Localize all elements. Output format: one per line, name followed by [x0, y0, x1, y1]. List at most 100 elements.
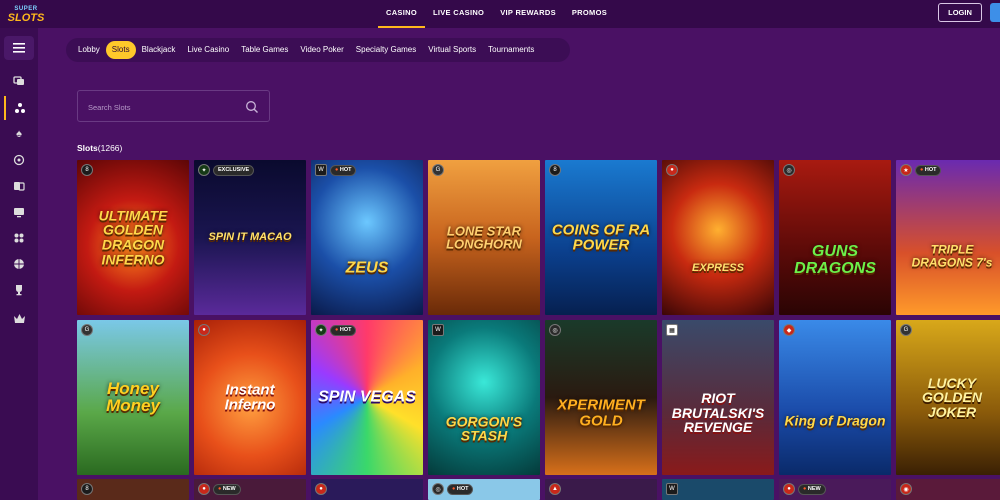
provider-icon: ✦	[315, 324, 327, 336]
game-tile[interactable]: ● EXPRESS	[662, 160, 774, 315]
cat-slots[interactable]: Slots	[105, 41, 136, 59]
search-icon[interactable]	[245, 100, 259, 114]
chat-icon[interactable]	[4, 69, 34, 93]
cards-icon[interactable]	[4, 174, 34, 198]
game-title: GORGON'S STASH	[445, 412, 523, 444]
top-bar: SUPER SLOTS CASINO LIVE CASINO VIP REWAR…	[0, 0, 1000, 28]
game-badge: ● NEW	[213, 483, 241, 495]
game-tile[interactable]: ● Instant Inferno	[194, 320, 306, 475]
game-tile[interactable]: 8 ULTIMATE GOLDEN DRAGON INFERNO	[77, 160, 189, 315]
game-tile[interactable]: ◆ King of Dragon	[779, 320, 891, 475]
provider-icon: ●	[315, 483, 327, 495]
provider-icon: ★	[900, 164, 912, 176]
provider-icon: G	[900, 324, 912, 336]
game-tile[interactable]: ● ● NEW	[779, 479, 891, 500]
game-title: LONE STAR LONGHORN	[446, 222, 522, 252]
game-tile[interactable]: G LONE STAR LONGHORN	[428, 160, 540, 315]
grid-icon[interactable]	[4, 226, 34, 250]
provider-icon: G	[81, 324, 93, 336]
roulette-icon[interactable]	[4, 148, 34, 172]
game-title: TRIPLE DRAGONS 7's	[911, 242, 993, 270]
game-badge: ● HOT	[330, 324, 357, 336]
cat-table-games[interactable]: Table Games	[235, 41, 294, 59]
game-tile[interactable]: ◎ GUNS DRAGONS	[779, 160, 891, 315]
cat-live-casino[interactable]: Live Casino	[181, 41, 235, 59]
nav-vip-rewards[interactable]: VIP REWARDS	[492, 0, 564, 28]
provider-icon: W	[432, 324, 444, 336]
provider-icon: ◆	[783, 324, 795, 336]
game-tile[interactable]: ▲	[545, 479, 657, 500]
game-tile[interactable]: ✦ EXCLUSIVE SPIN IT MACAO	[194, 160, 306, 315]
section-count: (1266)	[97, 143, 123, 153]
provider-icon: ◎	[783, 164, 795, 176]
nav-promos[interactable]: PROMOS	[564, 0, 615, 28]
game-title: King of Dragon	[784, 412, 886, 429]
cat-specialty-games[interactable]: Specialty Games	[350, 41, 422, 59]
cat-virtual-sports[interactable]: Virtual Sports	[422, 41, 482, 59]
top-nav: CASINO LIVE CASINO VIP REWARDS PROMOS	[378, 0, 615, 28]
game-title: Honey Money	[106, 378, 160, 416]
sidebar: ♠	[0, 28, 38, 500]
game-badge: ● HOT	[447, 483, 474, 495]
game-title: SPIN IT MACAO	[208, 230, 292, 243]
monitor-icon[interactable]	[4, 200, 34, 224]
provider-icon: ▦	[666, 324, 678, 336]
logo-line-2: SLOTS	[7, 12, 45, 24]
cat-blackjack[interactable]: Blackjack	[136, 41, 182, 59]
game-tile[interactable]: ● ● NEW	[194, 479, 306, 500]
game-tile[interactable]: ◎ XPERIMENT GOLD	[545, 320, 657, 475]
game-tile[interactable]: 8 COINS OF RA POWER	[545, 160, 657, 315]
game-tile[interactable]: G Honey Money	[77, 320, 189, 475]
cat-video-poker[interactable]: Video Poker	[294, 41, 349, 59]
provider-icon: G	[432, 164, 444, 176]
provider-icon: ●	[198, 483, 210, 495]
game-tile[interactable]: ◎ ● HOT	[428, 479, 540, 500]
provider-icon: W	[666, 483, 678, 495]
game-badge: ● NEW	[798, 483, 826, 495]
game-tile[interactable]: W	[662, 479, 774, 500]
provider-icon: ◎	[549, 324, 561, 336]
game-title: EXPRESS	[692, 261, 744, 274]
game-badge: EXCLUSIVE	[213, 164, 255, 176]
cat-tournaments[interactable]: Tournaments	[482, 41, 540, 59]
login-button[interactable]: LOGIN	[938, 3, 982, 22]
cat-lobby[interactable]: Lobby	[72, 41, 106, 59]
nav-live-casino[interactable]: LIVE CASINO	[425, 0, 492, 28]
game-title: COINS OF RA POWER	[551, 220, 651, 254]
game-tile[interactable]: ◉	[896, 479, 1000, 500]
provider-icon: ●	[666, 164, 678, 176]
game-tile[interactable]: ★ ● HOT TRIPLE DRAGONS 7's	[896, 160, 1000, 315]
join-button[interactable]	[990, 3, 1000, 22]
game-tile[interactable]: ●	[311, 479, 423, 500]
search-input[interactable]	[88, 99, 238, 115]
provider-icon: 8	[81, 164, 93, 176]
slots-icon[interactable]	[4, 96, 34, 120]
game-title: ULTIMATE GOLDEN DRAGON INFERNO	[98, 207, 168, 268]
spade-icon[interactable]: ♠	[4, 122, 34, 146]
basketball-icon[interactable]	[4, 252, 34, 276]
game-badge: ● HOT	[915, 164, 942, 176]
trophy-icon[interactable]	[4, 278, 34, 302]
game-title: LUCKY GOLDEN JOKER	[922, 374, 982, 420]
provider-icon: ◉	[900, 483, 912, 495]
crown-icon[interactable]	[4, 306, 34, 330]
game-title: SPIN VEGAS	[318, 388, 416, 406]
game-tile[interactable]: ▦ RIOT BRUTALSKI'S REVENGE	[662, 320, 774, 475]
category-bar: Lobby Slots Blackjack Live Casino Table …	[66, 38, 570, 62]
site-logo[interactable]: SUPER SLOTS	[7, 3, 45, 25]
provider-icon: W	[315, 164, 327, 176]
menu-icon[interactable]	[4, 36, 34, 60]
game-badge: ● HOT	[330, 164, 357, 176]
game-tile[interactable]: G LUCKY GOLDEN JOKER	[896, 320, 1000, 475]
search-box	[77, 90, 270, 122]
game-title: RIOT BRUTALSKI'S REVENGE	[671, 389, 765, 436]
game-tile[interactable]: W ● HOT ZEUS	[311, 160, 423, 315]
game-tile[interactable]: W GORGON'S STASH	[428, 320, 540, 475]
game-title: GUNS DRAGONS	[794, 242, 876, 277]
section-title: Slots(1266)	[77, 143, 122, 153]
game-tile[interactable]: 8	[77, 479, 189, 500]
provider-icon: ●	[198, 324, 210, 336]
game-tile[interactable]: ✦ ● HOT SPIN VEGAS	[311, 320, 423, 475]
nav-casino[interactable]: CASINO	[378, 0, 425, 28]
provider-icon: ▲	[549, 483, 561, 495]
